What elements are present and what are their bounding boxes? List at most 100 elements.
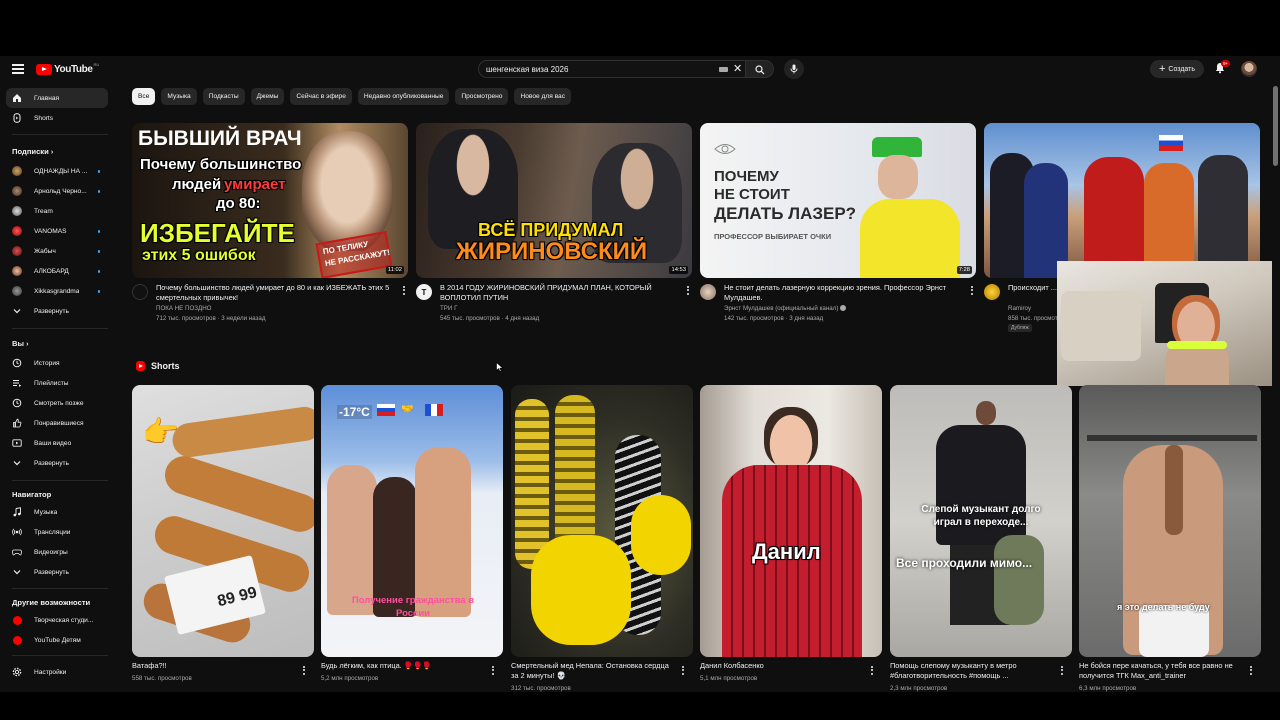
sidebar-item-settings[interactable]: Настройки xyxy=(6,662,108,682)
sidebar-item-subscription[interactable]: Tream xyxy=(6,201,108,221)
short-title[interactable]: Не бойся пере качаться, у тебя все равно… xyxy=(1079,661,1245,681)
sidebar-item-kids[interactable]: YouTube Детям xyxy=(6,630,108,650)
more-options-icon[interactable] xyxy=(968,283,976,297)
more-options-icon[interactable] xyxy=(300,663,308,677)
sidebar-expand-you[interactable]: Развернуть xyxy=(6,453,108,473)
video-title[interactable]: В 2014 ГОДУ ЖИРИНОВСКИЙ ПРИДУМАЛ ПЛАН, К… xyxy=(440,283,676,303)
video-meta: Не стоит делать лазерную коррекцию зрени… xyxy=(700,283,976,333)
sidebar-item-gaming[interactable]: Видеоигры xyxy=(6,542,108,562)
braid xyxy=(1165,445,1183,535)
menu-icon[interactable] xyxy=(12,64,24,74)
chip-new-for-you[interactable]: Новое для вас xyxy=(514,88,571,105)
short-title[interactable]: Ватафа?!! xyxy=(132,661,298,671)
page-scrollbar[interactable] xyxy=(1272,56,1280,692)
russian-flag xyxy=(377,404,395,416)
caption-text: Получение гражданства в России xyxy=(351,595,475,619)
video-thumbnail[interactable]: ВСЁ ПРИДУМАЛ ЖИРИНОВСКИЙ 14:53 xyxy=(416,123,692,278)
search-box[interactable]: ✕ xyxy=(478,60,746,78)
video-thumbnail[interactable] xyxy=(984,123,1260,278)
handshake-icon: 🤝 xyxy=(401,404,414,415)
search-button[interactable] xyxy=(746,60,774,78)
thumb-text: этих 5 ошибок xyxy=(142,247,256,264)
more-options-icon[interactable] xyxy=(868,663,876,677)
channel-avatar[interactable]: T xyxy=(416,284,432,300)
music-label: Музыка xyxy=(34,508,58,516)
channel-avatar[interactable] xyxy=(700,284,716,300)
short-title[interactable]: Смертельный мед Непала: Остановка сердца… xyxy=(511,661,677,681)
account-avatar[interactable] xyxy=(1241,61,1257,77)
more-options-icon[interactable] xyxy=(679,663,687,677)
chip-live[interactable]: Сейчас в эфире xyxy=(290,88,352,105)
your-videos-label: Ваши видео xyxy=(34,439,72,447)
short-thumbnail[interactable]: -17°C 🤝 Получение гражданства в России xyxy=(321,385,503,657)
channel-name[interactable]: Ramiroy xyxy=(1008,305,1031,312)
short-thumbnail[interactable] xyxy=(511,385,693,657)
new-content-dot xyxy=(97,190,100,193)
keyboard-icon[interactable] xyxy=(719,67,728,72)
create-button[interactable]: + Создать xyxy=(1150,60,1204,78)
sidebar-expand-subscriptions[interactable]: Развернуть xyxy=(6,301,108,321)
video-title[interactable]: Почему большинство людей умирает до 80 и… xyxy=(156,283,392,303)
sidebar-item-watch-later[interactable]: Смотреть позже xyxy=(6,393,108,413)
more-options-icon[interactable] xyxy=(1247,663,1255,677)
chip-recently-uploaded[interactable]: Недавно опубликованные xyxy=(357,88,450,105)
chip-podcasts[interactable]: Подкасты xyxy=(202,88,245,105)
video-thumbnail[interactable]: БЫВШИЙ ВРАЧ Почему большинство людей уми… xyxy=(132,123,408,278)
sidebar-expand-navigator[interactable]: Развернуть xyxy=(6,562,108,582)
you-heading[interactable]: Вы › xyxy=(12,339,28,348)
channel-name[interactable]: ТРИ Г xyxy=(440,305,457,312)
short-thumbnail[interactable]: Слепой музыкант долго играл в переходе..… xyxy=(890,385,1072,657)
chip-all[interactable]: Все xyxy=(132,88,156,105)
sidebar-item-subscription[interactable]: Xikkasgrandma xyxy=(6,281,108,301)
channel-name[interactable]: ПОКА НЕ ПОЗДНО xyxy=(156,305,212,312)
sidebar-item-your-videos[interactable]: Ваши видео xyxy=(6,433,108,453)
scrollbar-thumb[interactable] xyxy=(1273,86,1278,166)
chip-music[interactable]: Музыка xyxy=(161,88,197,105)
sidebar-item-studio[interactable]: Творческая студи... xyxy=(6,610,108,630)
person-face xyxy=(764,407,818,467)
sidebar-item-live[interactable]: Трансляции xyxy=(6,522,108,542)
short-thumbnail[interactable]: Данил xyxy=(700,385,882,657)
channel-avatar xyxy=(12,186,22,196)
channel-avatar[interactable] xyxy=(132,284,148,300)
shorts-icon xyxy=(13,113,21,123)
short-title[interactable]: Данил Колбасенко xyxy=(700,661,866,671)
sidebar-item-music[interactable]: Музыка xyxy=(6,502,108,522)
sidebar-item-subscription[interactable]: АЛКОБАРД xyxy=(6,261,108,281)
sidebar-item-home[interactable]: Главная xyxy=(6,88,108,108)
short-views: 6,3 млн просмотров xyxy=(1079,685,1137,692)
short-title[interactable]: Помощь слепому музыканту в метро #благот… xyxy=(890,661,1056,681)
navigator-heading: Навигатор xyxy=(12,490,52,499)
voice-search-button[interactable] xyxy=(784,59,804,79)
sofa xyxy=(1061,291,1141,361)
more-options-icon[interactable] xyxy=(1058,663,1066,677)
sidebar-item-subscription[interactable]: Арнольд Черно... xyxy=(6,181,108,201)
search-input[interactable] xyxy=(486,64,706,74)
short-title[interactable]: Будь лёгким, как птица. 🥊🥊🥊 xyxy=(321,661,487,671)
channel-name-text: Эрнст Мулдашев (официальный канал) xyxy=(724,305,839,312)
sidebar-item-subscription[interactable]: ОДНАЖДЫ НА ... xyxy=(6,161,108,181)
more-options-icon[interactable] xyxy=(400,283,408,297)
sidebar-item-shorts[interactable]: Shorts xyxy=(6,108,108,128)
clear-search-icon[interactable]: ✕ xyxy=(733,62,742,75)
channel-avatar[interactable] xyxy=(984,284,1000,300)
sidebar-item-subscription[interactable]: Жабыч xyxy=(6,241,108,261)
subscriptions-heading[interactable]: Подписки › xyxy=(12,147,53,156)
more-options-icon[interactable] xyxy=(489,663,497,677)
youtube-logo[interactable]: YouTube RU xyxy=(36,62,99,75)
sidebar-item-history[interactable]: История xyxy=(6,353,108,373)
channel-name[interactable]: Эрнст Мулдашев (официальный канал) xyxy=(724,305,847,312)
more-options-icon[interactable] xyxy=(684,283,692,297)
yellow-glove xyxy=(531,535,631,645)
temperature-text: -17°C xyxy=(337,405,372,419)
short-thumbnail[interactable]: я это делать не буду xyxy=(1079,385,1261,657)
sidebar-item-subscription[interactable]: VANOMAS xyxy=(6,221,108,241)
chip-jams[interactable]: Джемы xyxy=(250,88,285,105)
chip-watched[interactable]: Просмотрено xyxy=(455,88,509,105)
sidebar-item-playlists[interactable]: Плейлисты xyxy=(6,373,108,393)
video-title[interactable]: Не стоит делать лазерную коррекцию зрени… xyxy=(724,283,960,303)
sidebar-item-liked[interactable]: Понравившиеся xyxy=(6,413,108,433)
video-thumbnail[interactable]: ПОЧЕМУ НЕ СТОИТ ДЕЛАТЬ ЛАЗЕР? ПРОФЕССОР … xyxy=(700,123,976,278)
short-thumbnail[interactable]: 👉 89 99 xyxy=(132,385,314,657)
history-label: История xyxy=(34,359,60,367)
